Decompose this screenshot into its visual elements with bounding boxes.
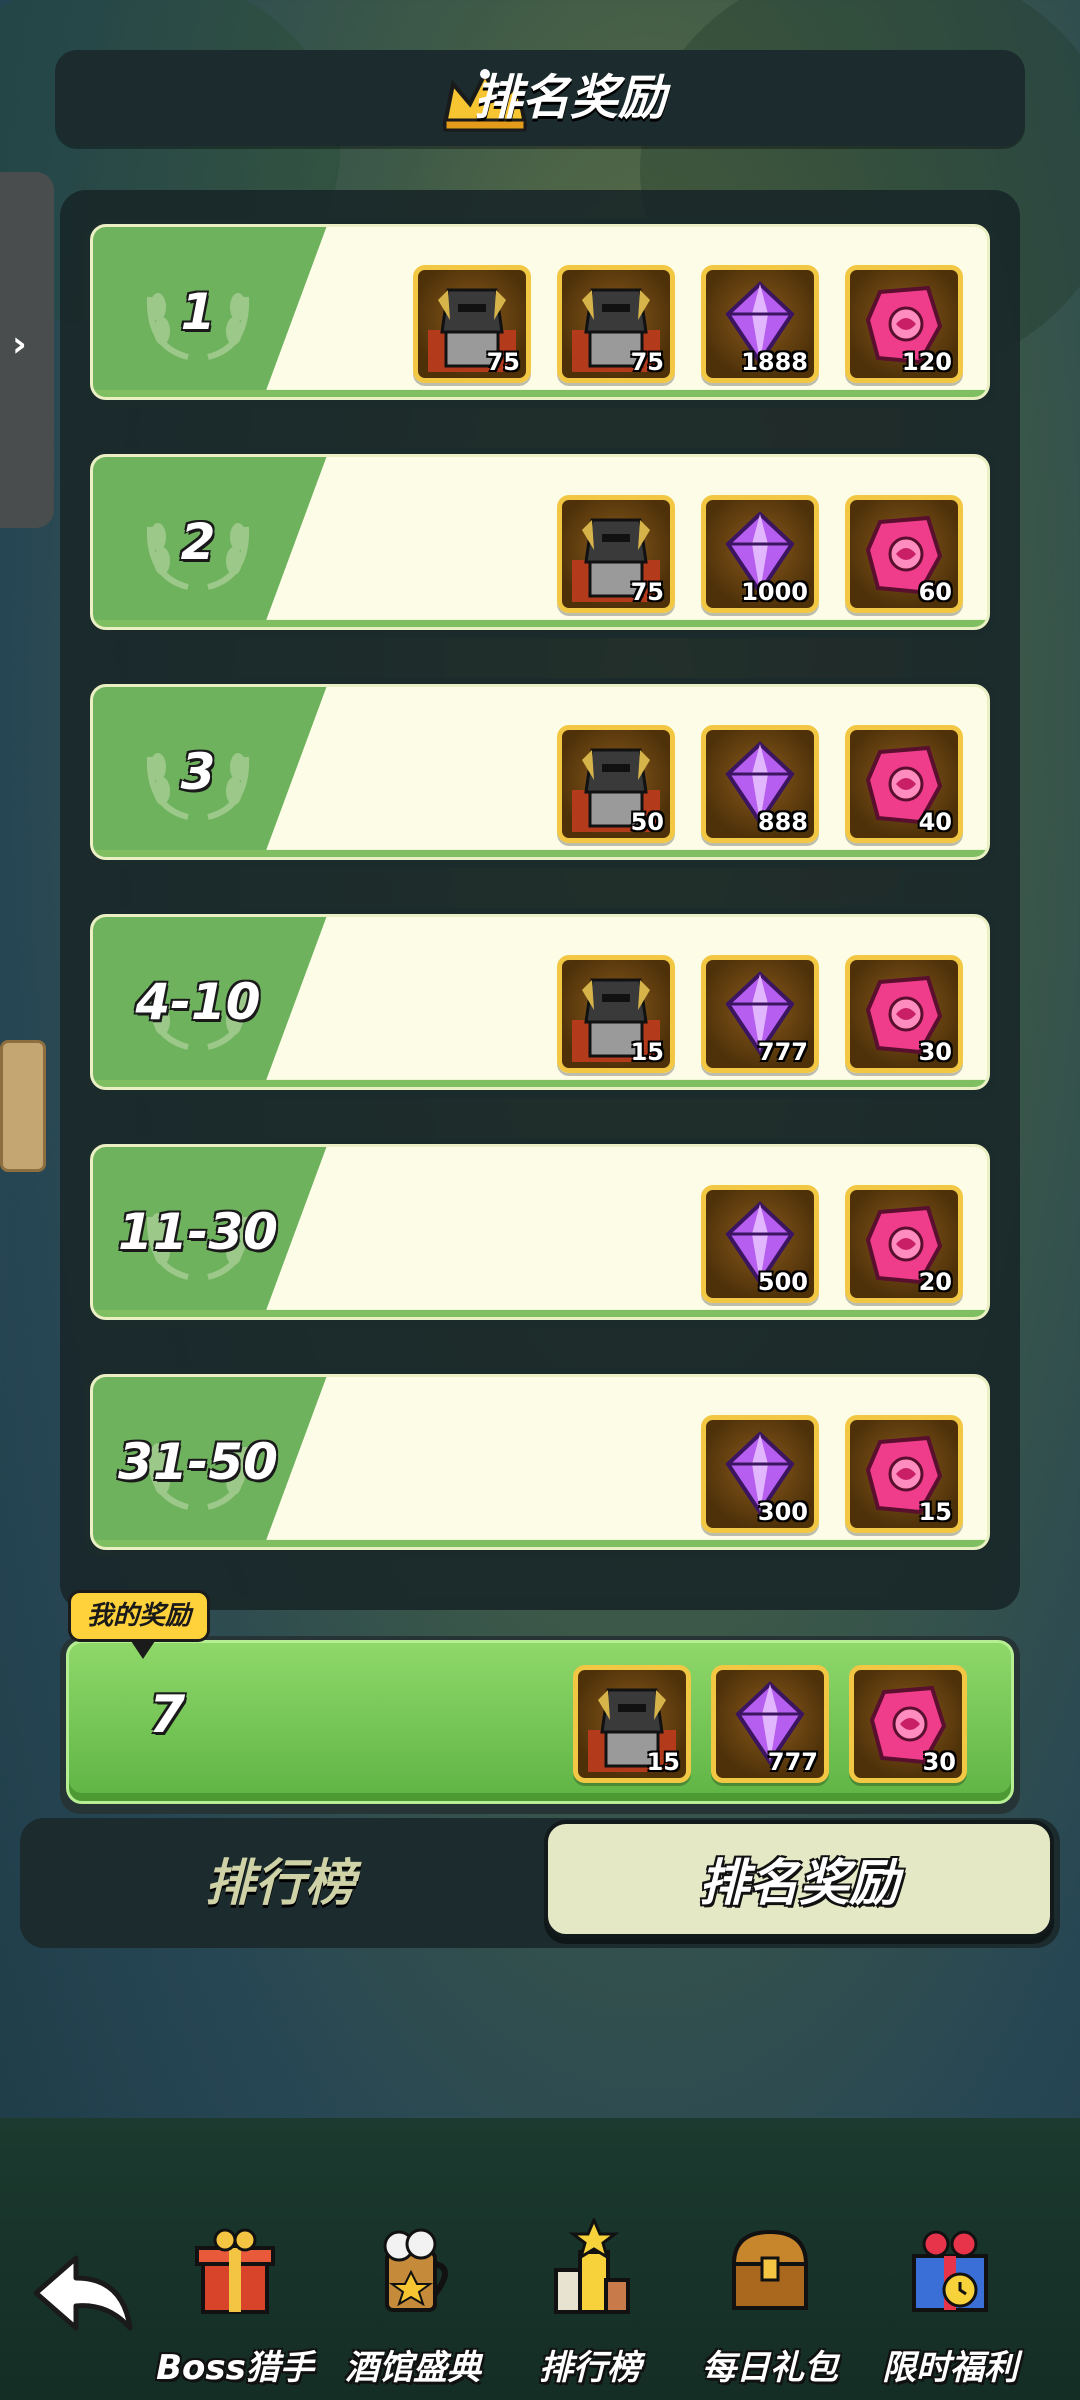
reward-row-card: 4-10 15 777 30: [90, 914, 990, 1090]
reward-row: 31-50 300 15: [84, 1368, 996, 1558]
reward-items: 15 777 30: [557, 955, 963, 1073]
side-gadget-icon[interactable]: [0, 1040, 46, 1172]
rank-label: 11-30: [118, 1203, 278, 1261]
reward-count: 1888: [741, 348, 808, 376]
reward-item[interactable]: 40: [845, 725, 963, 843]
next-row-peek: [84, 1598, 996, 1610]
reward-item[interactable]: 20: [845, 1185, 963, 1303]
my-reward-items: 15 777 30: [573, 1665, 967, 1783]
reward-row: 3 50 888 40: [84, 678, 996, 868]
rank-label: 1: [180, 283, 216, 341]
reward-items: 500 20: [701, 1185, 963, 1303]
reward-count: 120: [901, 348, 952, 376]
reward-item[interactable]: 30: [845, 955, 963, 1073]
my-rank-value: 7: [149, 1685, 186, 1745]
bottom-nav-bar: Boss猎手 酒馆盛典 排行榜 每日礼包 限时福利: [0, 2118, 1080, 2400]
my-reward-row: 7 15 777 30: [60, 1636, 1020, 1814]
reward-item[interactable]: 75: [557, 265, 675, 383]
tab-leaderboard[interactable]: 排行榜: [20, 1818, 540, 1948]
reward-row-card: 31-50 300 15: [90, 1374, 990, 1550]
rank-label: 31-50: [118, 1433, 278, 1491]
reward-row: 11-30 500 20: [84, 1138, 996, 1328]
reward-item[interactable]: 1888: [701, 265, 819, 383]
reward-count: 30: [918, 1038, 952, 1066]
reward-item[interactable]: 75: [557, 495, 675, 613]
nav-item[interactable]: 酒馆盛典: [328, 2218, 498, 2398]
reward-items: 75 75 1888 120: [413, 265, 963, 383]
reward-item[interactable]: 15: [845, 1415, 963, 1533]
nav-item[interactable]: 限时福利: [865, 2218, 1035, 2398]
reward-item[interactable]: 75: [413, 265, 531, 383]
nav-label: 每日礼包: [702, 2348, 838, 2388]
nav-item[interactable]: Boss猎手: [150, 2218, 320, 2398]
nav-item[interactable]: 每日礼包: [685, 2218, 855, 2398]
reward-item[interactable]: 1000: [701, 495, 819, 613]
reward-count: 1000: [741, 578, 808, 606]
reward-item[interactable]: 888: [701, 725, 819, 843]
reward-item[interactable]: 50: [557, 725, 675, 843]
reward-count: 15: [646, 1748, 680, 1776]
chevron-right-icon: ›: [12, 324, 27, 365]
reward-item[interactable]: 500: [701, 1185, 819, 1303]
back-arrow-icon[interactable]: [28, 2248, 138, 2338]
page-title: 排名奖励: [473, 70, 666, 126]
reward-item[interactable]: 15: [557, 955, 675, 1073]
rewards-list-panel[interactable]: 1 75 75 1888 120 2 75 1000 60 3 50 888 40 4-10 15 777 30…: [60, 190, 1020, 1610]
tab-rank-rewards[interactable]: 排名奖励: [544, 1820, 1054, 1938]
reward-count: 777: [767, 1748, 818, 1776]
reward-count: 15: [918, 1498, 952, 1526]
reward-item[interactable]: 120: [845, 265, 963, 383]
rank-label: 4-10: [135, 973, 261, 1031]
side-expand-tab[interactable]: ›: [0, 172, 54, 528]
reward-item[interactable]: 777: [711, 1665, 829, 1783]
reward-count: 777: [757, 1038, 808, 1066]
tab-bar: 排行榜 排名奖励: [20, 1818, 1060, 1948]
reward-row: 1 75 75 1888 120: [84, 218, 996, 408]
title-bar: 排名奖励: [55, 50, 1025, 146]
reward-item[interactable]: 30: [849, 1665, 967, 1783]
my-reward-badge: 我的奖励: [68, 1590, 211, 1659]
nav-label: 排行榜: [539, 2348, 641, 2388]
reward-item[interactable]: 777: [701, 955, 819, 1073]
reward-row-card: 1 75 75 1888 120: [90, 224, 990, 400]
reward-count: 888: [757, 808, 808, 836]
reward-items: 300 15: [701, 1415, 963, 1533]
nav-label: Boss猎手: [156, 2348, 314, 2388]
reward-count: 30: [922, 1748, 956, 1776]
reward-item[interactable]: 15: [573, 1665, 691, 1783]
reward-row: 4-10 15 777 30: [84, 908, 996, 1098]
reward-count: 75: [486, 348, 520, 376]
reward-row: 2 75 1000 60: [84, 448, 996, 638]
reward-row-card: 11-30 500 20: [90, 1144, 990, 1320]
nav-item[interactable]: 排行榜: [505, 2218, 675, 2398]
reward-count: 60: [918, 578, 952, 606]
reward-row-card: 2 75 1000 60: [90, 454, 990, 630]
reward-count: 75: [630, 578, 664, 606]
reward-item[interactable]: 60: [845, 495, 963, 613]
my-reward-card: 7 15 777 30: [66, 1640, 1014, 1804]
reward-count: 50: [630, 808, 664, 836]
reward-count: 500: [757, 1268, 808, 1296]
reward-count: 75: [630, 348, 664, 376]
reward-count: 20: [918, 1268, 952, 1296]
reward-row-card: 3 50 888 40: [90, 684, 990, 860]
rank-label: 3: [180, 743, 216, 801]
reward-item[interactable]: 300: [701, 1415, 819, 1533]
reward-items: 75 1000 60: [557, 495, 963, 613]
reward-items: 50 888 40: [557, 725, 963, 843]
reward-count: 15: [630, 1038, 664, 1066]
rank-label: 2: [180, 513, 216, 571]
nav-label: 酒馆盛典: [345, 2348, 481, 2388]
nav-label: 限时福利: [882, 2348, 1018, 2388]
reward-count: 300: [757, 1498, 808, 1526]
reward-count: 40: [918, 808, 952, 836]
